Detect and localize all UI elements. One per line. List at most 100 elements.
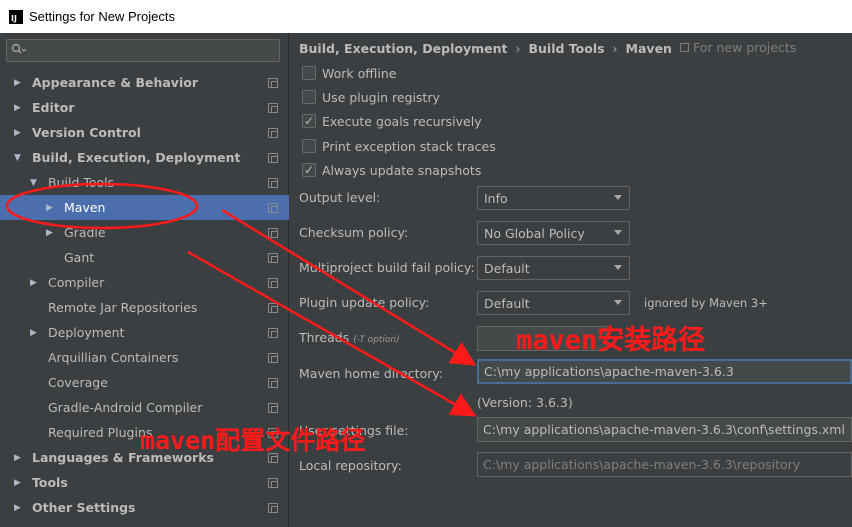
tree-item-maven[interactable]: ▶ Maven	[0, 195, 289, 220]
collapse-arrow-icon[interactable]: ▼	[14, 153, 24, 163]
tree-item-version-control[interactable]: ▶ Version Control	[0, 120, 289, 145]
tree-item-arquillian-containers[interactable]: Arquillian Containers	[0, 345, 289, 370]
checkbox-label: Print exception stack traces	[322, 138, 496, 154]
copy-settings-icon	[268, 478, 278, 488]
tree-item-gradle-android-compiler[interactable]: Gradle-Android Compiler	[0, 395, 289, 420]
plugin-update-policy-select[interactable]: Default	[477, 291, 630, 315]
maven-settings-path-annotation: maven配置文件路径	[140, 426, 366, 455]
copy-settings-icon	[268, 328, 278, 338]
tree-item-label: Arquillian Containers	[48, 350, 179, 365]
tree-item-compiler[interactable]: ▶ Compiler	[0, 270, 289, 295]
expand-arrow-icon[interactable]: ▶	[14, 478, 24, 488]
copy-settings-icon	[268, 153, 278, 163]
chevron-down-icon	[614, 300, 622, 305]
checkbox-label: Use plugin registry	[322, 89, 440, 105]
threads-hint: (-T option)	[353, 335, 400, 345]
expand-arrow-icon[interactable]: ▶	[30, 328, 40, 338]
for-new-projects-label: For new projects	[693, 40, 797, 55]
tree-item-label: Remote Jar Repositories	[48, 300, 198, 315]
tree-item-gradle[interactable]: ▶ Gradle	[0, 220, 289, 245]
expand-arrow-icon[interactable]: ▶	[14, 103, 24, 113]
output-level-select[interactable]: Info	[477, 186, 630, 210]
expand-arrow-icon[interactable]: ▶	[14, 503, 24, 513]
maven-home-input[interactable]: C:\my applications\apache-maven-3.6.3	[477, 359, 852, 384]
tree-item-tools[interactable]: ▶ Tools	[0, 470, 289, 495]
breadcrumb-separator: ›	[612, 40, 618, 56]
collapse-arrow-icon[interactable]: ▼	[30, 178, 40, 188]
copy-settings-icon	[268, 403, 278, 413]
execute-goals-recursively-checkbox[interactable]: ✓ Execute goals recursively	[302, 112, 482, 130]
copy-settings-icon	[268, 253, 278, 263]
print-exception-stack-traces-checkbox[interactable]: Print exception stack traces	[302, 137, 496, 155]
select-value: Info	[484, 190, 508, 206]
tree-item-editor[interactable]: ▶ Editor	[0, 95, 289, 120]
copy-settings-icon	[268, 278, 278, 288]
checkbox-label: Always update snapshots	[322, 162, 482, 178]
checkbox-checked[interactable]: ✓	[302, 163, 316, 177]
checksum-policy-select[interactable]: No Global Policy	[477, 221, 630, 245]
plugin-update-policy-label: Plugin update policy:	[299, 295, 430, 310]
expand-arrow-icon[interactable]: ▶	[14, 453, 24, 463]
checkbox-box[interactable]	[302, 139, 316, 153]
tree-item-label: Appearance & Behavior	[32, 75, 198, 90]
multiproject-fail-policy-select[interactable]: Default	[477, 256, 630, 280]
breadcrumb: Build, Execution, Deployment › Build Too…	[299, 39, 672, 57]
breadcrumb-item[interactable]: Build, Execution, Deployment	[299, 41, 507, 56]
checkbox-box[interactable]	[302, 66, 316, 80]
maven-home-label: Maven home directory:	[299, 366, 444, 381]
tree-item-label: Gradle-Android Compiler	[48, 400, 203, 415]
tree-item-remote-jar-repositories[interactable]: Remote Jar Repositories	[0, 295, 289, 320]
use-plugin-registry-checkbox[interactable]: Use plugin registry	[302, 88, 440, 106]
work-offline-checkbox[interactable]: Work offline	[302, 64, 396, 82]
copy-settings-icon	[268, 303, 278, 313]
window-title: Settings for New Projects	[29, 9, 175, 24]
chevron-down-icon	[614, 195, 622, 200]
checkbox-checked[interactable]: ✓	[302, 114, 316, 128]
user-settings-input[interactable]: C:\my applications\apache-maven-3.6.3\co…	[477, 417, 852, 442]
tree-item-label: Gant	[64, 250, 95, 265]
multiproject-fail-policy-label: Multiproject build fail policy:	[299, 260, 475, 275]
chevron-down-icon	[614, 230, 622, 235]
tree-item-label: Maven	[64, 200, 106, 215]
tree-item-label: Other Settings	[32, 500, 136, 515]
tree-item-appearance[interactable]: ▶ Appearance & Behavior	[0, 70, 289, 95]
checkbox-box[interactable]	[302, 90, 316, 104]
threads-label: Threads (-T option)	[299, 330, 400, 345]
always-update-snapshots-checkbox[interactable]: ✓ Always update snapshots	[302, 161, 481, 179]
maven-settings-panel: Build, Execution, Deployment › Build Too…	[290, 33, 852, 527]
title-bar: IJ Settings for New Projects	[0, 0, 852, 33]
tree-item-gant[interactable]: Gant	[0, 245, 289, 270]
copy-settings-icon	[268, 353, 278, 363]
tree-item-other-settings[interactable]: ▶ Other Settings	[0, 495, 289, 520]
tree-item-label: Compiler	[48, 275, 105, 290]
threads-label-text: Threads	[299, 330, 350, 345]
tree-item-build-tools[interactable]: ▼ Build Tools	[0, 170, 289, 195]
maven-install-path-annotation: maven安装路径	[516, 325, 706, 356]
copy-settings-icon	[680, 43, 689, 52]
select-value: Default	[484, 260, 530, 276]
search-icon	[11, 43, 27, 59]
expand-arrow-icon[interactable]: ▶	[14, 128, 24, 138]
tree-item-label: Editor	[32, 100, 75, 115]
tree-item-coverage[interactable]: Coverage	[0, 370, 289, 395]
copy-settings-icon	[268, 378, 278, 388]
expand-arrow-icon[interactable]: ▶	[46, 228, 56, 238]
for-new-projects-note: For new projects	[680, 40, 796, 55]
expand-arrow-icon[interactable]: ▶	[46, 203, 56, 213]
select-value: Default	[484, 295, 530, 311]
tree-item-label: Required Plugins	[48, 425, 153, 440]
copy-settings-icon	[268, 228, 278, 238]
tree-item-build-execution-deployment[interactable]: ▼ Build, Execution, Deployment	[0, 145, 289, 170]
copy-settings-icon	[268, 178, 278, 188]
tree-item-label: Deployment	[48, 325, 125, 340]
local-repository-input[interactable]: C:\my applications\apache-maven-3.6.3\re…	[477, 452, 852, 477]
breadcrumb-separator: ›	[515, 40, 521, 56]
breadcrumb-item: Maven	[625, 40, 672, 56]
search-input[interactable]	[6, 39, 280, 62]
tree-item-deployment[interactable]: ▶ Deployment	[0, 320, 289, 345]
breadcrumb-item[interactable]: Build Tools	[528, 41, 604, 56]
maven-version-label: (Version: 3.6.3)	[477, 395, 573, 410]
tree-item-label: Gradle	[64, 225, 106, 240]
expand-arrow-icon[interactable]: ▶	[14, 78, 24, 88]
expand-arrow-icon[interactable]: ▶	[30, 278, 40, 288]
